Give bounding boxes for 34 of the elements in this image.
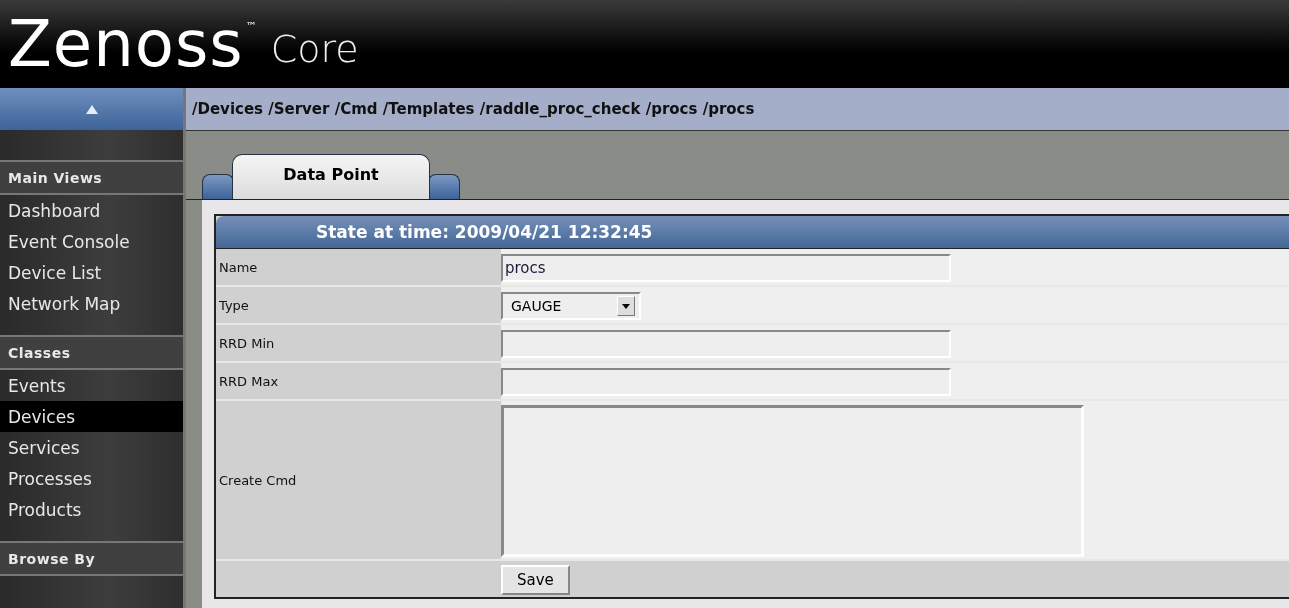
dropdown-caret-icon [617,296,635,316]
sidebar-section-title: Browse By [0,541,183,576]
field-label: Create Cmd [218,471,298,490]
sidebar-item[interactable]: Services [0,432,183,463]
sidebar-section-title: Classes [0,335,183,370]
field-label: RRD Min [218,334,276,353]
text-field[interactable] [501,330,951,358]
tab-edge [202,174,234,199]
text-field[interactable] [501,368,951,396]
save-button[interactable]: Save [501,565,570,595]
textarea-field[interactable] [501,405,1084,557]
collapse-button[interactable] [0,88,183,130]
type-dropdown[interactable]: GAUGE [501,292,641,320]
tab[interactable]: Data Point [232,154,430,199]
form-header: State at time: 2009/04/21 12:32:45 [216,216,1289,249]
field-label: Type [218,296,250,315]
sidebar-item[interactable]: Events [0,370,183,401]
field-label: Name [218,258,259,277]
sidebar-item[interactable]: Event Console [0,226,183,257]
field-label: RRD Max [218,372,280,391]
sidebar-section-title: Main Views [0,160,183,195]
sidebar-item[interactable]: Network Map [0,288,183,319]
sidebar-item[interactable]: Products [0,494,183,525]
sidebar-item[interactable]: Dashboard [0,195,183,226]
sidebar-item[interactable]: Processes [0,463,183,494]
collapse-icon [85,104,98,114]
sidebar-item[interactable]: Device List [0,257,183,288]
product-name: Core [270,27,359,71]
logo: Zenoss [8,12,244,76]
tab-edge [428,174,460,199]
sidebar-item[interactable]: Devices [0,401,183,432]
text-field[interactable]: procs [501,254,951,282]
breadcrumb: /Devices /Server /Cmd /Templates /raddle_proc_check /procs /procs [186,88,1289,131]
trademark-mark: ™ [245,20,257,33]
